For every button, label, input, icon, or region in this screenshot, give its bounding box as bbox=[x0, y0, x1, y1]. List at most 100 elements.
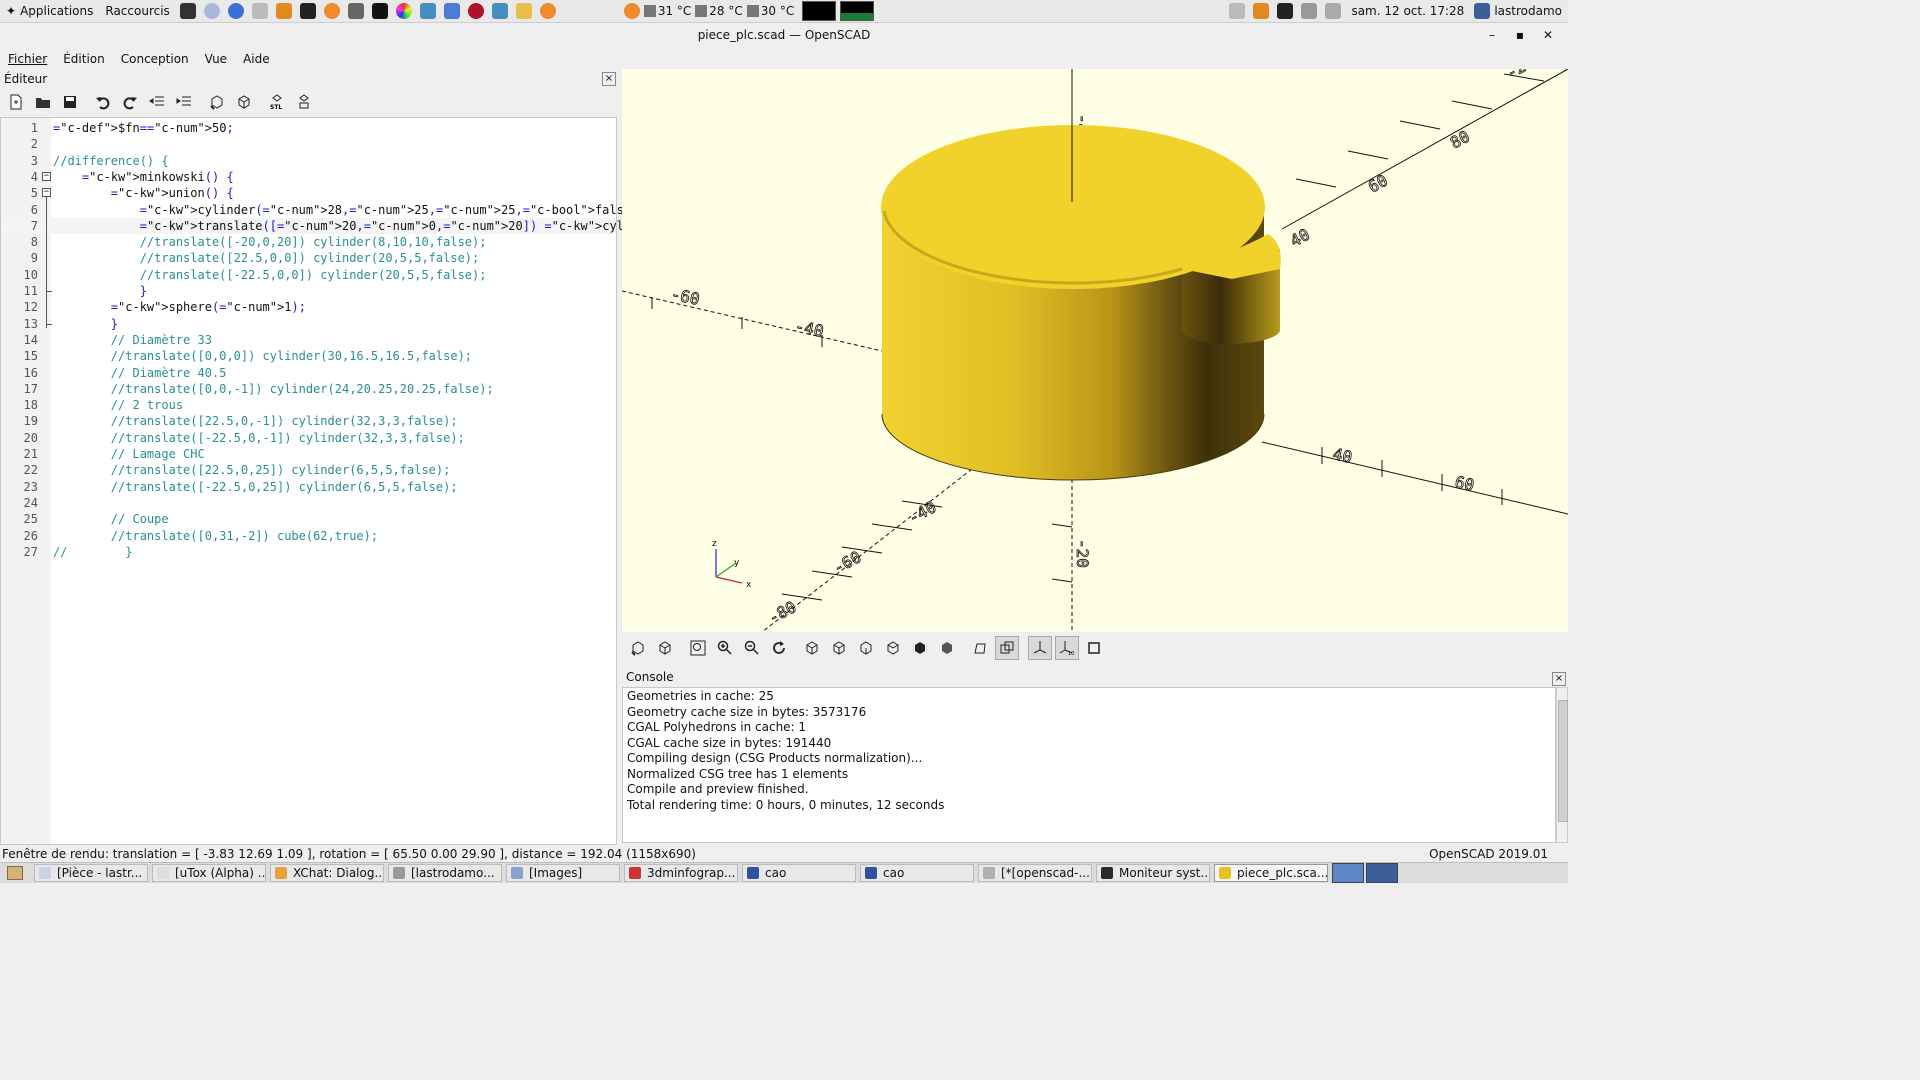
blender3-icon[interactable] bbox=[623, 3, 640, 19]
code-line[interactable]: 12 ="c-kw">sphere(="c-num">1); bbox=[1, 299, 616, 315]
reset-view-button[interactable] bbox=[767, 636, 791, 660]
undo-button[interactable] bbox=[91, 90, 115, 114]
arrow-app-icon[interactable] bbox=[443, 3, 460, 19]
editor-close-button[interactable]: × bbox=[602, 72, 616, 86]
workspace-2[interactable] bbox=[1366, 863, 1398, 883]
code-line[interactable]: 27 // } bbox=[1, 544, 616, 560]
show-axes-button[interactable] bbox=[1028, 636, 1052, 660]
taskbar-window-button[interactable]: [*[openscad-... bbox=[978, 864, 1092, 882]
perspective-button[interactable] bbox=[968, 636, 992, 660]
view-top-button[interactable] bbox=[827, 636, 851, 660]
applications-menu[interactable]: ✦ Applications bbox=[0, 0, 99, 22]
tray-network-icon[interactable] bbox=[1301, 3, 1318, 19]
unindent-button[interactable] bbox=[145, 90, 169, 114]
code-line[interactable]: 23 //translate([-22.5,0,25]) cylinder(6,… bbox=[1, 479, 616, 495]
taskbar-window-button[interactable]: cao bbox=[860, 864, 974, 882]
godot-icon[interactable] bbox=[419, 3, 436, 19]
taskbar-window-button[interactable]: cao bbox=[742, 864, 856, 882]
show-edges-button[interactable] bbox=[1082, 636, 1106, 660]
menu-fichier[interactable]: Fichier bbox=[0, 52, 55, 66]
tray-lock-icon[interactable] bbox=[1277, 3, 1294, 19]
clock[interactable]: sam. 12 oct. 17:28 bbox=[1345, 0, 1470, 22]
zoom-out-button[interactable] bbox=[740, 636, 764, 660]
xchat-icon[interactable] bbox=[275, 3, 292, 19]
user-name[interactable]: lastrodamo bbox=[1494, 0, 1568, 22]
mascot-icon[interactable] bbox=[515, 3, 532, 19]
workspace-1[interactable] bbox=[1332, 863, 1364, 883]
code-line[interactable]: 17 //translate([0,0,-1]) cylinder(24,20.… bbox=[1, 381, 616, 397]
redo-button[interactable] bbox=[118, 90, 142, 114]
code-line[interactable]: 9 //translate([22.5,0,0]) cylinder(20,5,… bbox=[1, 250, 616, 266]
tray-icon-1[interactable] bbox=[1229, 3, 1246, 19]
raccourcis-menu[interactable]: Raccourcis bbox=[99, 0, 175, 22]
code-line[interactable]: 24 bbox=[1, 495, 616, 511]
code-line[interactable]: 16 // Diamètre 40.5 bbox=[1, 365, 616, 381]
console-scrollbar[interactable] bbox=[1556, 687, 1568, 843]
code-line[interactable]: 4 ="c-kw">minkowski() {− bbox=[1, 169, 616, 185]
taskbar-window-button[interactable]: [Pièce - lastr... bbox=[34, 864, 148, 882]
code-line[interactable]: 13 } bbox=[1, 316, 616, 332]
view-bottom-button[interactable] bbox=[854, 636, 878, 660]
render-button[interactable] bbox=[232, 90, 256, 114]
menu-vue[interactable]: Vue bbox=[197, 52, 235, 66]
console-close-button[interactable]: × bbox=[1552, 672, 1566, 686]
open-file-button[interactable] bbox=[31, 90, 55, 114]
maximize-button[interactable]: ▪ bbox=[1506, 28, 1534, 42]
code-line[interactable]: 25 // Coupe bbox=[1, 511, 616, 527]
code-line[interactable]: 14 // Diamètre 33 bbox=[1, 332, 616, 348]
console-output[interactable]: Geometries in cache: 25 Geometry cache si… bbox=[622, 687, 1556, 843]
view-left-button[interactable] bbox=[881, 636, 905, 660]
code-line[interactable]: 8 //translate([-20,0,20]) cylinder(8,10,… bbox=[1, 234, 616, 250]
code-line[interactable]: 11 } bbox=[1, 283, 616, 299]
volume-icon[interactable] bbox=[1325, 3, 1342, 19]
indent-button[interactable] bbox=[172, 90, 196, 114]
code-line[interactable]: 19 //translate([22.5,0,-1]) cylinder(32,… bbox=[1, 413, 616, 429]
close-button[interactable]: ✕ bbox=[1534, 28, 1562, 42]
view-preview-button[interactable] bbox=[626, 636, 650, 660]
view-back-button[interactable] bbox=[935, 636, 959, 660]
code-line[interactable]: 15 //translate([0,0,0]) cylinder(30,16.5… bbox=[1, 348, 616, 364]
code-line[interactable]: 22 //translate([22.5,0,25]) cylinder(6,5… bbox=[1, 462, 616, 478]
zoom-in-button[interactable] bbox=[713, 636, 737, 660]
fold-toggle-icon[interactable]: − bbox=[42, 188, 51, 198]
orthogonal-button[interactable] bbox=[995, 636, 1019, 660]
taskbar-window-button[interactable]: XChat: Dialog... bbox=[270, 864, 384, 882]
tray-xchat-icon[interactable] bbox=[1253, 3, 1270, 19]
show-scale-button[interactable]: 10 bbox=[1055, 636, 1079, 660]
code-line[interactable]: 2 bbox=[1, 136, 616, 152]
new-file-button[interactable] bbox=[4, 90, 28, 114]
chromium-icon[interactable] bbox=[227, 3, 244, 19]
view-all-button[interactable] bbox=[686, 636, 710, 660]
minimize-button[interactable]: – bbox=[1478, 28, 1506, 42]
taskbar-window-button[interactable]: 3dminfograp... bbox=[624, 864, 738, 882]
code-line[interactable]: 20 //translate([-22.5,0,-1]) cylinder(32… bbox=[1, 430, 616, 446]
console-scroll-thumb[interactable] bbox=[1558, 700, 1568, 822]
code-line[interactable]: 1 ="c-def">$fn=="c-num">50; bbox=[1, 120, 616, 136]
show-desktop-button[interactable] bbox=[0, 864, 30, 882]
menu-conception[interactable]: Conception bbox=[113, 52, 197, 66]
settings-icon[interactable] bbox=[251, 3, 268, 19]
taskbar-window-button[interactable]: [uTox (Alpha) ... bbox=[152, 864, 266, 882]
view-front-button[interactable] bbox=[908, 636, 932, 660]
browser-icon[interactable] bbox=[203, 3, 220, 19]
menu-aide[interactable]: Aide bbox=[235, 52, 278, 66]
blender-icon[interactable] bbox=[323, 3, 340, 19]
code-line[interactable]: 6 ="c-kw">cylinder(="c-num">28,="c-num">… bbox=[1, 202, 646, 218]
code-line[interactable]: 18 // 2 trous bbox=[1, 397, 616, 413]
code-editor[interactable]: 1 ="c-def">$fn=="c-num">50; 2 3 //difference… bbox=[0, 117, 1043, 845]
redapp-icon[interactable] bbox=[467, 3, 484, 19]
taskbar-window-button[interactable]: [lastrodamo... bbox=[388, 864, 502, 882]
color-wheel-icon[interactable] bbox=[395, 3, 412, 19]
code-line[interactable]: 26 //translate([0,31,-2]) cube(62,true); bbox=[1, 528, 616, 544]
gimp-icon[interactable] bbox=[347, 3, 364, 19]
send-to-print-button[interactable] bbox=[292, 90, 316, 114]
taskbar-window-button[interactable]: [Images] bbox=[506, 864, 620, 882]
code-line[interactable]: 5 ="c-kw">union() {− bbox=[1, 185, 616, 201]
save-button[interactable] bbox=[58, 90, 82, 114]
view-right-button[interactable] bbox=[800, 636, 824, 660]
godot2-icon[interactable] bbox=[491, 3, 508, 19]
blender2-icon[interactable] bbox=[539, 3, 556, 19]
preview-button[interactable] bbox=[205, 90, 229, 114]
fold-toggle-icon[interactable]: − bbox=[42, 171, 51, 181]
menu-edition[interactable]: Édition bbox=[55, 52, 113, 66]
